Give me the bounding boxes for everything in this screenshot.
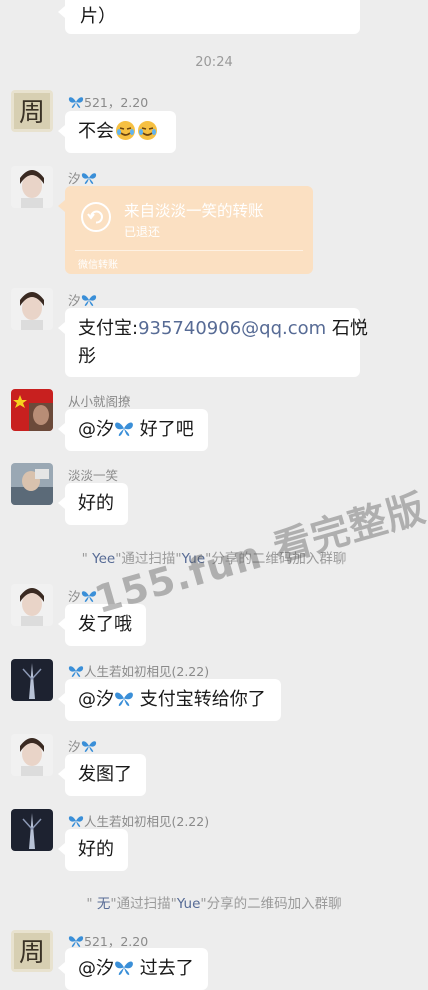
message-bubble[interactable]: @汐 好了吧 bbox=[58, 409, 208, 451]
message-text: 好了吧 bbox=[134, 419, 194, 440]
time-divider: 20:24 bbox=[195, 55, 233, 70]
cry-laugh-emoji-icon bbox=[137, 120, 158, 141]
message-bubble[interactable]: 不会 bbox=[58, 111, 176, 153]
sender-name: 从小就阁撩 bbox=[68, 394, 131, 409]
avatar[interactable] bbox=[11, 463, 53, 505]
butterfly-icon bbox=[81, 741, 96, 752]
sender-name: 汐 bbox=[68, 290, 97, 309]
message-bubble[interactable]: @汐 过去了 bbox=[58, 948, 208, 990]
message-bubble-partial[interactable]: 片） bbox=[58, 0, 360, 34]
butterfly-icon bbox=[81, 173, 96, 184]
message-text: 支付宝:935740906@qq.com 石悦 bbox=[78, 318, 368, 339]
message-text: 过去了 bbox=[134, 958, 194, 979]
butterfly-icon bbox=[68, 97, 84, 108]
transfer-footer: 微信转账 bbox=[78, 260, 118, 271]
butterfly-icon bbox=[68, 666, 84, 677]
avatar[interactable] bbox=[11, 288, 53, 330]
transfer-status: 已退还 bbox=[124, 225, 161, 239]
avatar[interactable] bbox=[11, 659, 53, 701]
return-arrow-icon bbox=[81, 202, 111, 232]
system-user-link[interactable]: 无 bbox=[93, 896, 111, 912]
avatar[interactable] bbox=[11, 734, 53, 776]
message-text: 发图了 bbox=[78, 764, 132, 785]
avatar[interactable]: 周 bbox=[11, 930, 53, 972]
sender-name: 521，2.20 bbox=[68, 92, 148, 111]
sender-name: 人生若如初相见(2.22) bbox=[68, 811, 209, 830]
avatar[interactable]: 周 bbox=[11, 90, 53, 132]
sender-name: 人生若如初相见(2.22) bbox=[68, 661, 209, 680]
message-text-line2: 彤 bbox=[78, 346, 96, 367]
message-text: 不会 bbox=[78, 121, 114, 142]
butterfly-icon bbox=[68, 936, 84, 947]
message-text: 好的 bbox=[78, 493, 114, 514]
message-bubble[interactable]: 好的 bbox=[58, 829, 128, 871]
butterfly-icon bbox=[115, 422, 133, 436]
message-bubble[interactable]: @汐 支付宝转给你了 bbox=[58, 679, 281, 721]
butterfly-icon bbox=[115, 961, 133, 975]
svg-text:周: 周 bbox=[19, 98, 45, 128]
message-text: 好的 bbox=[78, 839, 114, 860]
email-link[interactable]: 935740906@qq.com bbox=[138, 318, 326, 339]
sender-name: 汐 bbox=[68, 168, 97, 187]
message-text: 片） bbox=[80, 6, 116, 27]
butterfly-icon bbox=[68, 816, 84, 827]
divider bbox=[75, 250, 303, 251]
mention[interactable]: @汐 bbox=[78, 689, 114, 710]
avatar[interactable] bbox=[11, 809, 53, 851]
transfer-title: 来自淡淡一笑的转账 bbox=[124, 202, 264, 220]
message-bubble[interactable]: 好的 bbox=[58, 483, 128, 525]
cry-laugh-emoji-icon bbox=[115, 120, 136, 141]
sender-name: 淡淡一笑 bbox=[68, 468, 119, 483]
transfer-card[interactable]: 来自淡淡一笑的转账 已退还 微信转账 bbox=[58, 186, 313, 274]
sender-name: 汐 bbox=[68, 736, 97, 755]
system-message: " 无"通过扫描"Yue"分享的二维码加入群聊 bbox=[86, 896, 342, 912]
avatar[interactable] bbox=[11, 166, 53, 208]
butterfly-icon bbox=[115, 692, 133, 706]
mention[interactable]: @汐 bbox=[78, 958, 114, 979]
message-bubble[interactable]: 发图了 bbox=[58, 754, 146, 796]
message-bubble[interactable]: 支付宝:935740906@qq.com 石悦 彤 bbox=[58, 308, 368, 377]
avatar[interactable] bbox=[11, 389, 53, 431]
avatar[interactable] bbox=[11, 584, 53, 626]
system-user-link[interactable]: Yue bbox=[177, 896, 201, 912]
butterfly-icon bbox=[81, 295, 96, 306]
svg-text:周: 周 bbox=[19, 938, 45, 968]
mention[interactable]: @汐 bbox=[78, 419, 114, 440]
message-text: 支付宝转给你了 bbox=[134, 689, 266, 710]
